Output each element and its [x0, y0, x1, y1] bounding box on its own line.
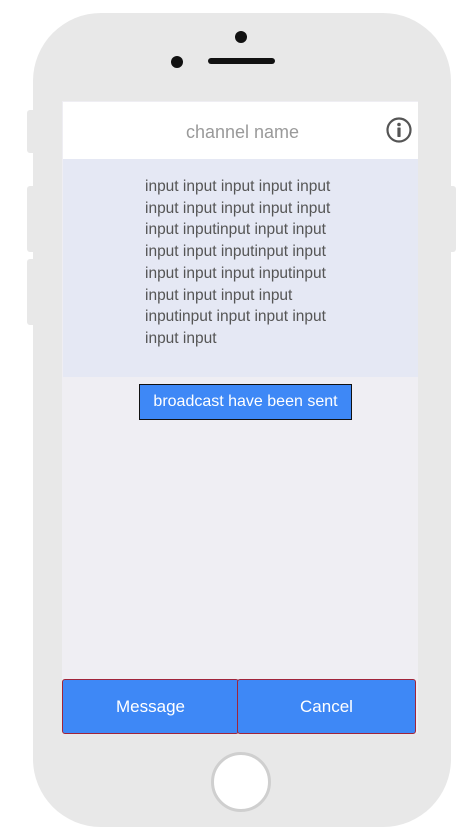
earpiece-speaker: [208, 58, 275, 64]
message-line: inputinput input input input: [145, 308, 326, 326]
message-line: input inputinput input input: [145, 221, 326, 239]
message-button[interactable]: Message: [62, 679, 239, 734]
message-line: input input input input input: [145, 199, 331, 217]
proximity-sensor-icon: [171, 56, 183, 68]
message-line: input input: [145, 329, 217, 347]
message-line: input input input input: [145, 286, 293, 304]
broadcast-message-text: input input input input input input inpu…: [145, 176, 355, 350]
channel-header: channel name: [63, 102, 418, 159]
front-camera-icon: [235, 31, 247, 43]
message-line: input input input inputinput: [145, 264, 326, 282]
info-icon[interactable]: [386, 117, 412, 143]
home-button[interactable]: [211, 752, 271, 812]
cancel-button[interactable]: Cancel: [237, 679, 416, 734]
channel-name-title: channel name: [185, 122, 300, 142]
message-line: input input inputinput input: [145, 243, 326, 261]
broadcast-message-area: input input input input input input inpu…: [63, 159, 418, 377]
message-line: input input input input input: [145, 178, 331, 195]
broadcast-sent-status: broadcast have been sent: [139, 384, 352, 420]
